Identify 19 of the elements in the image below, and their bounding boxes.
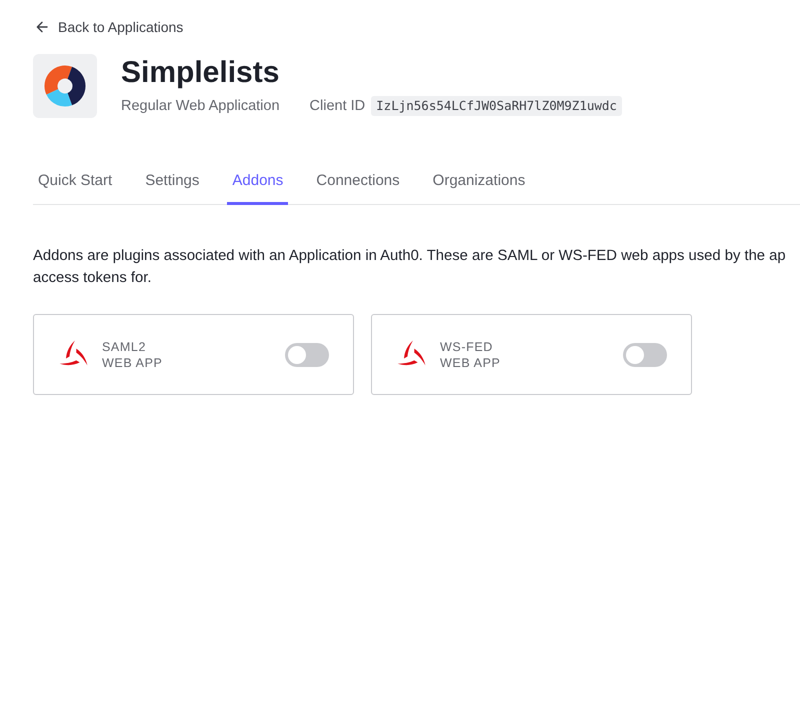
tab[interactable]: Organizations [428,158,530,205]
addon-title: WS-FED [440,338,493,354]
toggle-switch[interactable] [623,342,667,366]
client-id-value: IzLjn56s54LCfJW0SaRH7lZ0M9Z1uwdc [371,96,622,116]
app-logo-icon [33,54,97,118]
toggle-switch[interactable] [285,342,329,366]
back-link[interactable]: Back to Applications [33,16,184,38]
addon-subtitle: WEB APP [440,354,500,370]
tab[interactable]: Addons [227,158,288,205]
description-text: Addons are plugins associated with an Application in Auth0. These are SAML or WS-FED web apps used by the ap access tokens for. [33,247,787,288]
tab[interactable]: Settings [140,158,204,205]
tab[interactable]: Quick Start [33,158,118,205]
app-title: Simplelists [121,55,280,91]
app-type-label: Regular Web Application [121,98,280,114]
tab[interactable]: Connections [311,158,405,205]
addon-subtitle: WEB APP [102,354,162,370]
arrow-left-icon [36,21,48,33]
addon-title: SAML2 [102,338,146,354]
client-id-label: Client ID [310,98,366,114]
